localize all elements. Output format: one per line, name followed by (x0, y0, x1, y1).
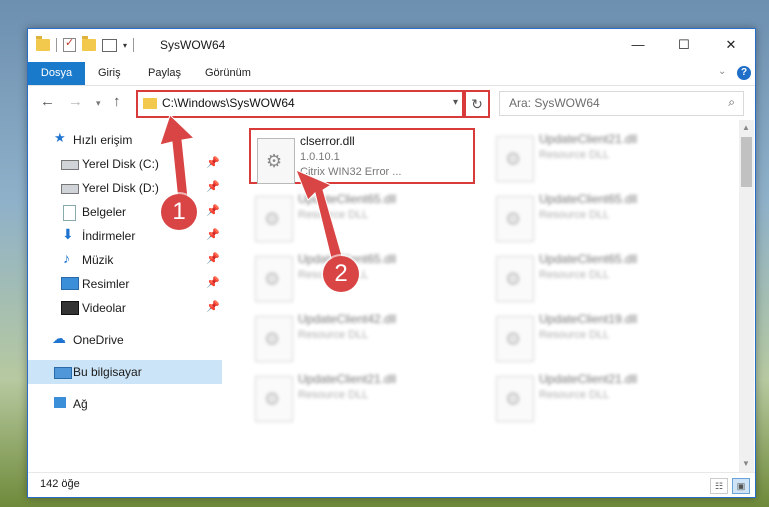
arrow-2 (295, 169, 343, 263)
callout-2: 2 (323, 256, 359, 292)
callout-1: 1 (161, 194, 197, 230)
arrow-1 (159, 114, 196, 201)
annotation-arrows (159, 114, 343, 263)
